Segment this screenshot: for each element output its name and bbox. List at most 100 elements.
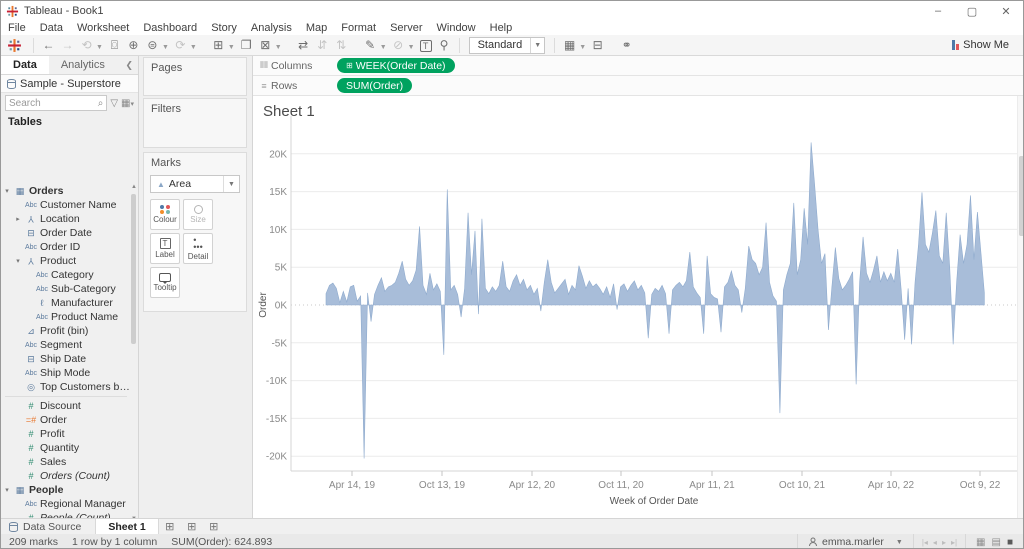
new-worksheet-tab-icon[interactable]: ⊞ (159, 519, 181, 534)
sort-descending-icon[interactable]: ⇅ (333, 36, 350, 53)
list-view-icon[interactable]: ▤ (992, 537, 1001, 548)
field-order-id[interactable]: Abc Order ID (1, 240, 131, 254)
chevron-down-icon[interactable]: ▼ (223, 176, 239, 192)
tableau-toolbar-logo-icon[interactable] (7, 38, 22, 53)
refresh-data-icon[interactable]: ⟳ (172, 36, 189, 53)
presentation-mode-icon[interactable]: ⊟ (589, 37, 606, 54)
field-customer-name[interactable]: Abc Customer Name (1, 198, 131, 212)
sheet-view[interactable]: Sheet 1 20K 15K 10K 5K 0K -5K -10K -15K -20K Apr … (253, 96, 1024, 518)
field-product-name[interactable]: Abc Product Name (1, 310, 131, 324)
new-worksheet-icon[interactable]: ⊞ (210, 36, 227, 53)
colour-button[interactable]: Colour (150, 199, 180, 230)
pages-shelf[interactable]: Pages (143, 57, 247, 96)
filter-fields-icon[interactable]: ▽ (110, 98, 118, 109)
datasource-row[interactable]: Sample - Superstore (1, 75, 138, 93)
tooltip-button[interactable]: Tooltip (150, 267, 180, 298)
field-profit-bin[interactable]: ⊿ Profit (bin) (1, 324, 131, 338)
field-location[interactable]: ▸ Y Location (1, 212, 131, 226)
menu-item-window[interactable]: Window (437, 22, 476, 34)
back-icon[interactable]: ← (40, 36, 57, 53)
chevron-down-icon[interactable]: ▼ (228, 44, 235, 51)
share-workbook-icon[interactable]: ⚭ (618, 37, 635, 54)
field-ship-mode[interactable]: Abc Ship Mode (1, 366, 131, 380)
save-icon[interactable]: ⌼ (106, 37, 123, 54)
expander-icon[interactable]: ▸ (14, 215, 22, 223)
field-order[interactable]: =# Order (1, 413, 131, 427)
field-profit[interactable]: # Profit (1, 427, 131, 441)
field-top-customers-by-pr[interactable]: ◎ Top Customers by Pr... (1, 380, 131, 394)
forward-icon[interactable]: → (59, 36, 76, 53)
filters-shelf[interactable]: Filters (143, 98, 247, 148)
data-pane-scrollbar[interactable]: ▲ ▼ (130, 184, 138, 522)
expander-icon[interactable]: ▾ (3, 187, 11, 195)
field-people[interactable]: ▾ ▦ People (1, 483, 131, 497)
next-page-icon[interactable]: ▸ (942, 538, 946, 547)
maximize-button[interactable]: ▢ (955, 1, 989, 21)
first-page-icon[interactable]: |◂ (922, 538, 928, 547)
clear-sheet-icon[interactable]: ⊠ (257, 36, 274, 53)
chevron-down-icon[interactable]: ▼ (96, 44, 103, 51)
chevron-down-icon[interactable]: ▼ (380, 44, 387, 51)
size-button[interactable]: Size (183, 199, 213, 230)
collapse-pane-icon[interactable]: ❮ (125, 60, 138, 71)
search-input[interactable] (9, 97, 98, 109)
menu-item-map[interactable]: Map (306, 22, 327, 34)
view-options-icon[interactable]: ▦▾ (121, 98, 134, 109)
detail-button[interactable]: • ••• Detail (183, 233, 213, 264)
sheet-tab-sheet1[interactable]: Sheet 1 (95, 519, 159, 534)
field-category[interactable]: Abc Category (1, 268, 131, 282)
tab-analytics[interactable]: Analytics (49, 56, 117, 74)
search-box[interactable]: ⌕ (5, 95, 108, 111)
add-data-icon[interactable]: ⊕ (125, 36, 142, 53)
rows-shelf[interactable]: ≡ Rows SUM(Order) (253, 76, 1023, 96)
minimize-button[interactable]: – (921, 1, 955, 21)
expander-icon[interactable]: ▾ (14, 257, 22, 265)
chevron-down-icon[interactable]: ▼ (275, 44, 282, 51)
field-orders-count[interactable]: # Orders (Count) (1, 469, 131, 483)
field-discount[interactable]: # Discount (1, 399, 131, 413)
replay-icon[interactable]: ⟲ (78, 36, 95, 53)
rows-pill[interactable]: SUM(Order) (337, 78, 413, 93)
menu-item-worksheet[interactable]: Worksheet (77, 22, 129, 34)
field-quantity[interactable]: # Quantity (1, 441, 131, 455)
prev-page-icon[interactable]: ◂ (933, 538, 937, 547)
area-chart[interactable]: 20K 15K 10K 5K 0K -5K -10K -15K -20K Apr 14, 19 Oc… (253, 96, 1024, 518)
show-me-button[interactable]: Show Me (952, 39, 1017, 51)
field-order-date[interactable]: ⊟ Order Date (1, 226, 131, 240)
menu-item-data[interactable]: Data (40, 22, 63, 34)
field-sales[interactable]: # Sales (1, 455, 131, 469)
sheet-scrollbar[interactable] (1017, 96, 1023, 518)
columns-pill[interactable]: ⊞ WEEK(Order Date) (337, 58, 455, 73)
fix-axes-icon[interactable]: ⚲ (436, 36, 453, 53)
columns-shelf[interactable]: ⦀⦀ Columns ⊞ WEEK(Order Date) (253, 56, 1023, 76)
menu-item-dashboard[interactable]: Dashboard (143, 22, 197, 34)
menu-item-story[interactable]: Story (211, 22, 237, 34)
canvas-view-icon[interactable]: ■ (1007, 537, 1013, 548)
chevron-down-icon[interactable]: ▼ (162, 44, 169, 51)
tab-data[interactable]: Data (1, 56, 49, 74)
data-source-tab[interactable]: Data Source (1, 519, 95, 534)
user-menu[interactable]: emma.marler ▼ (797, 534, 914, 548)
highlight-icon[interactable]: ✎ (362, 36, 379, 53)
menu-item-analysis[interactable]: Analysis (251, 22, 292, 34)
menu-item-format[interactable]: Format (341, 22, 376, 34)
field-ship-date[interactable]: ⊟ Ship Date (1, 352, 131, 366)
scrollbar-thumb[interactable] (131, 194, 136, 344)
field-manufacturer[interactable]: ℓ Manufacturer (1, 296, 131, 310)
close-button[interactable]: ✕ (989, 1, 1023, 21)
field-regional-manager[interactable]: Abc Regional Manager (1, 497, 131, 511)
fit-mode-select[interactable]: Standard ▼ (468, 36, 546, 54)
sort-ascending-icon[interactable]: ⇵ (314, 36, 331, 53)
menu-item-file[interactable]: File (8, 22, 26, 34)
last-page-icon[interactable]: ▸| (951, 538, 957, 547)
mark-type-select[interactable]: ▲ Area ▼ (150, 175, 240, 193)
sheet-scrollbar-thumb[interactable] (1019, 156, 1023, 236)
field-orders[interactable]: ▾ ▦ Orders (1, 184, 131, 198)
swap-rows-columns-icon[interactable]: ⇄ (295, 36, 312, 53)
pause-data-updates-icon[interactable]: ⊜ (144, 36, 161, 53)
show-cards-icon[interactable]: ▦ (561, 37, 578, 54)
field-segment[interactable]: Abc Segment (1, 338, 131, 352)
duplicate-sheet-icon[interactable]: ❐ (238, 36, 255, 53)
chevron-down-icon[interactable]: ▼ (530, 37, 544, 53)
field-sub-category[interactable]: Abc Sub-Category (1, 282, 131, 296)
